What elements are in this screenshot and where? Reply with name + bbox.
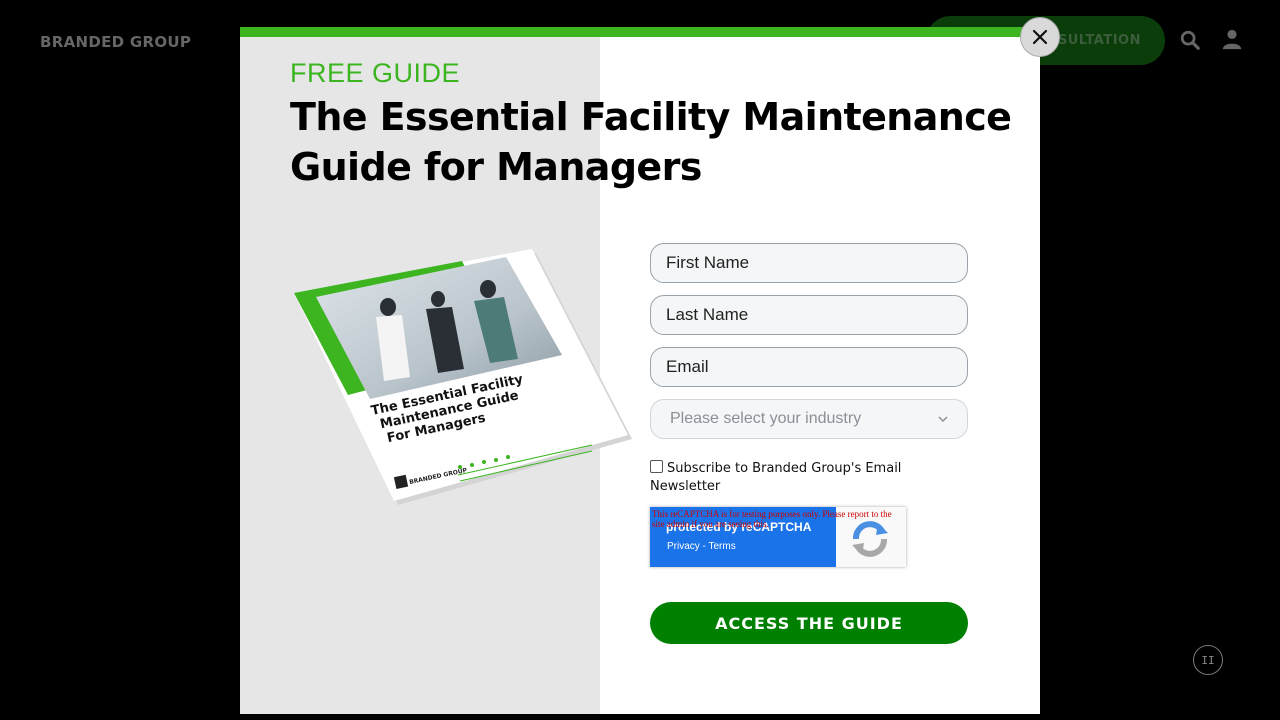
site-logo[interactable]: BRANDED GROUP: [40, 33, 191, 51]
industry-select[interactable]: Please select your industry: [650, 399, 968, 439]
email-field[interactable]: [650, 347, 968, 387]
pause-button[interactable]: II: [1193, 645, 1223, 675]
recaptcha-widget[interactable]: protected by reCAPTCHA Privacy - Terms T…: [650, 507, 906, 567]
last-name-field[interactable]: [650, 295, 968, 335]
guide-modal: FREE GUIDE The Essential Facility Mainte…: [240, 27, 1040, 714]
user-icon[interactable]: [1221, 28, 1243, 50]
subscribe-option: Subscribe to Branded Group's Email Newsl…: [650, 460, 950, 496]
recaptcha-terms-link[interactable]: Privacy - Terms: [667, 541, 736, 552]
search-icon[interactable]: [1179, 29, 1201, 51]
free-guide-label: FREE GUIDE: [290, 58, 461, 88]
recaptcha-logo-icon: [852, 521, 888, 557]
close-button[interactable]: [1020, 17, 1060, 57]
modal-top-accent: [240, 27, 1040, 37]
subscribe-checkbox[interactable]: [650, 460, 663, 473]
consultation-button-label: SULTATION: [1057, 33, 1141, 48]
first-name-field[interactable]: [650, 243, 968, 283]
pause-icon: II: [1201, 653, 1215, 667]
guide-book-image: The Essential Facility Maintenance Guide…: [294, 249, 632, 505]
subscribe-label: Subscribe to Branded Group's Email Newsl…: [650, 461, 902, 494]
close-icon: [1032, 29, 1048, 45]
industry-select-value: Please select your industry: [670, 410, 862, 427]
access-guide-button[interactable]: ACCESS THE GUIDE: [650, 602, 968, 644]
chevron-down-icon: [938, 416, 948, 423]
modal-headline: The Essential Facility Maintenance Guide…: [290, 95, 1012, 189]
